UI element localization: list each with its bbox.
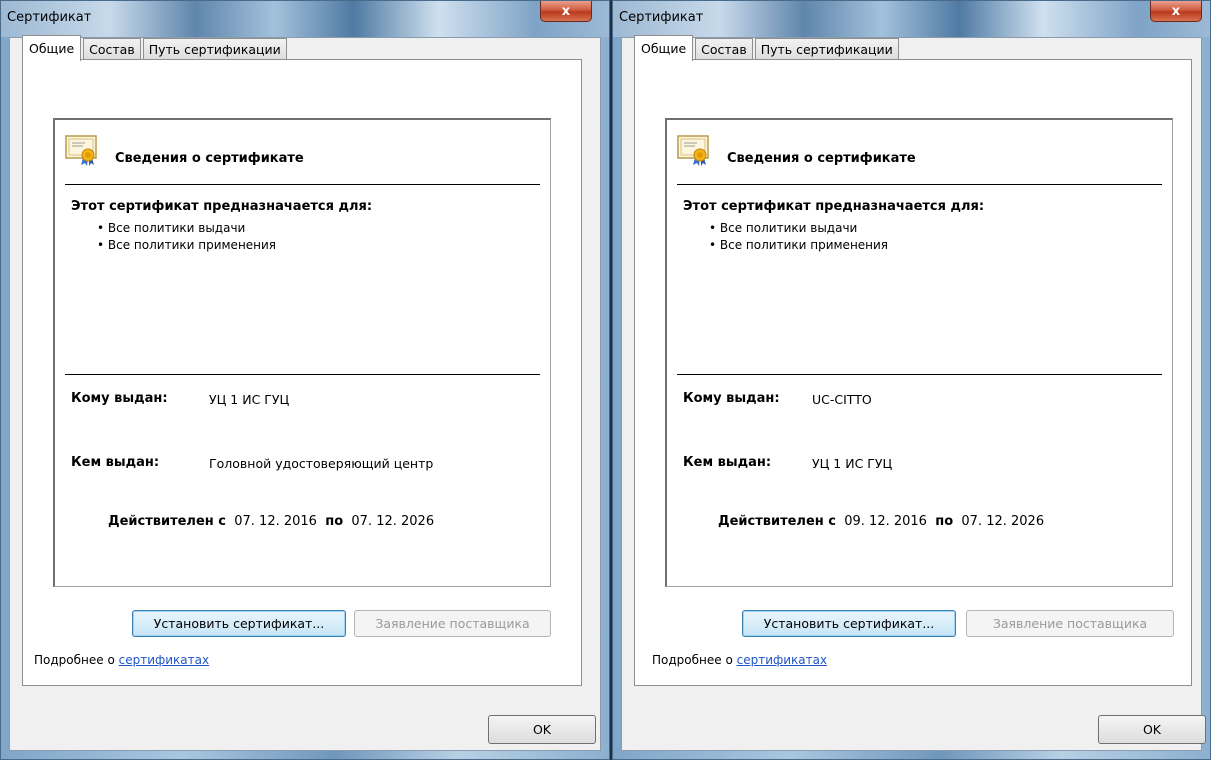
valid-from-label: Действителен с xyxy=(718,514,836,529)
install-certificate-button[interactable]: Установить сертификат... xyxy=(742,610,956,637)
valid-to-label: по xyxy=(325,514,344,529)
purpose-heading: Этот сертификат предназначается для: xyxy=(683,199,985,214)
validity-line: Действителен с 07. 12. 2016 по 07. 12. 2… xyxy=(108,514,434,529)
valid-to-date: 07. 12. 2026 xyxy=(961,514,1045,529)
title-bar[interactable]: Сертификат x xyxy=(1,1,609,37)
issued-by-label: Кем выдан: xyxy=(71,455,160,470)
tab-strip: Общие Состав Путь сертификации xyxy=(22,34,289,61)
valid-to-date: 07. 12. 2026 xyxy=(351,514,435,529)
close-button[interactable]: x xyxy=(1150,1,1202,22)
window-title: Сертификат xyxy=(619,10,704,25)
valid-from-date: 09. 12. 2016 xyxy=(844,514,927,529)
purpose-item: Все политики выдачи xyxy=(97,220,276,237)
purpose-list: Все политики выдачи Все политики примене… xyxy=(97,220,276,254)
purpose-item: Все политики применения xyxy=(97,237,276,254)
certificate-info-box: Сведения о сертификате Этот сертификат п… xyxy=(53,118,551,587)
tab-certification-path[interactable]: Путь сертификации xyxy=(754,38,899,60)
certificate-info-title: Сведения о сертификате xyxy=(727,151,916,166)
more-info: Подробнее о сертификатах xyxy=(652,653,827,667)
purpose-item: Все политики применения xyxy=(709,237,888,254)
issued-to-value: UC-CITTO xyxy=(812,392,872,407)
divider xyxy=(677,374,1162,375)
purpose-heading: Этот сертификат предназначается для: xyxy=(71,199,373,214)
divider xyxy=(65,184,540,185)
certificate-dialog-right: Сертификат x Общие Состав Путь сертифика… xyxy=(612,0,1211,760)
certificate-dialog-left: Сертификат x Общие Состав Путь сертифика… xyxy=(0,0,610,760)
certificate-info-title: Сведения о сертификате xyxy=(115,151,304,166)
issued-by-value: Головной удостоверяющий центр xyxy=(209,456,434,471)
ok-button[interactable]: OK xyxy=(1098,715,1206,744)
close-button[interactable]: x xyxy=(540,1,592,22)
tab-details[interactable]: Состав xyxy=(83,38,141,60)
issued-to-label: Кому выдан: xyxy=(71,391,168,406)
install-certificate-button[interactable]: Установить сертификат... xyxy=(132,610,346,637)
divider xyxy=(677,184,1162,185)
validity-line: Действителен с 09. 12. 2016 по 07. 12. 2… xyxy=(718,514,1044,529)
divider xyxy=(65,374,540,375)
issued-by-value: УЦ 1 ИС ГУЦ xyxy=(812,456,893,471)
issued-to-value: УЦ 1 ИС ГУЦ xyxy=(209,392,290,407)
purpose-item: Все политики выдачи xyxy=(709,220,888,237)
purpose-list: Все политики выдачи Все политики примене… xyxy=(709,220,888,254)
certificates-link[interactable]: сертификатах xyxy=(737,653,828,667)
issuer-statement-button[interactable]: Заявление поставщика xyxy=(354,610,551,637)
certificate-info-box: Сведения о сертификате Этот сертификат п… xyxy=(665,118,1173,587)
valid-from-date: 07. 12. 2016 xyxy=(234,514,317,529)
certificates-link[interactable]: сертификатах xyxy=(119,653,210,667)
title-bar[interactable]: Сертификат x xyxy=(613,1,1210,37)
more-info: Подробнее о сертификатах xyxy=(34,653,209,667)
issued-by-label: Кем выдан: xyxy=(683,455,772,470)
more-info-text: Подробнее о xyxy=(652,653,737,667)
valid-to-label: по xyxy=(935,514,954,529)
tab-details[interactable]: Состав xyxy=(695,38,753,60)
issuer-statement-button[interactable]: Заявление поставщика xyxy=(966,610,1174,637)
tab-certification-path[interactable]: Путь сертификации xyxy=(142,38,287,60)
tab-panel-general: Сведения о сертификате Этот сертификат п… xyxy=(634,59,1192,686)
tab-general[interactable]: Общие xyxy=(634,35,694,61)
valid-from-label: Действителен с xyxy=(108,514,226,529)
certificate-icon xyxy=(677,135,709,166)
more-info-text: Подробнее о xyxy=(34,653,119,667)
tab-general[interactable]: Общие xyxy=(22,35,82,61)
issued-to-label: Кому выдан: xyxy=(683,391,780,406)
window-title: Сертификат xyxy=(7,10,92,25)
ok-button[interactable]: OK xyxy=(488,715,596,744)
close-icon: x xyxy=(561,3,571,19)
close-icon: x xyxy=(1171,3,1181,19)
tab-panel-general: Сведения о сертификате Этот сертификат п… xyxy=(22,59,582,686)
certificate-icon xyxy=(65,135,97,166)
tab-strip: Общие Состав Путь сертификации xyxy=(634,34,901,61)
